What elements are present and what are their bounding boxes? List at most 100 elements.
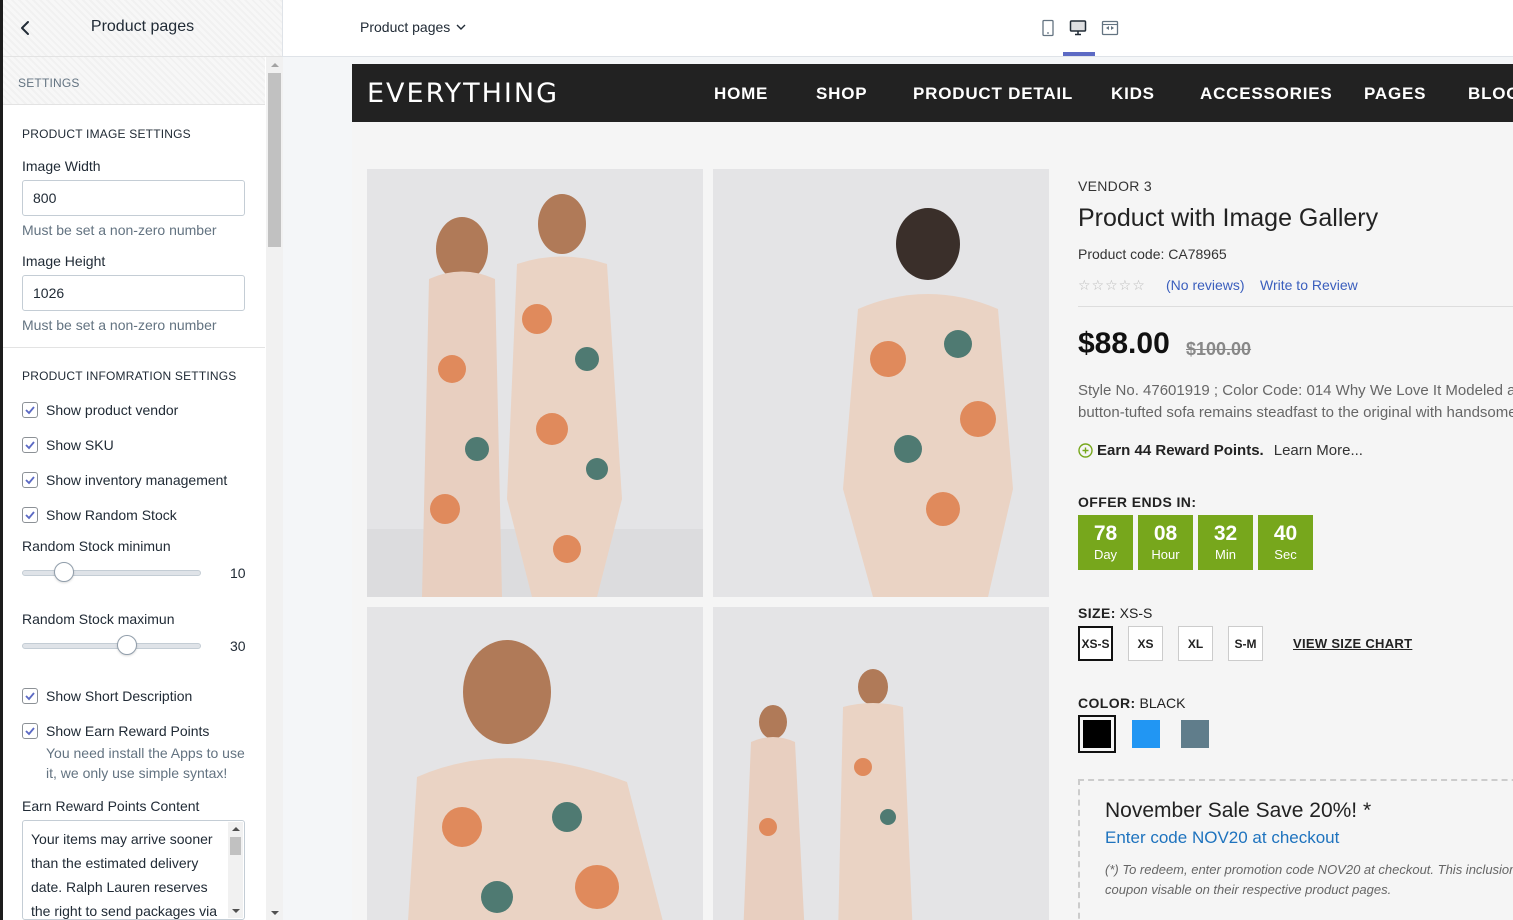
stock-max-track[interactable]: [22, 643, 201, 649]
sidebar-scroll-area: SETTINGS PRODUCT IMAGE SETTINGS Image Wi…: [3, 57, 265, 920]
show-random-stock-checkbox[interactable]: Show Random Stock: [22, 497, 246, 532]
color-swatch-slate[interactable]: [1176, 715, 1214, 753]
checkbox-label: Show Earn Reward Points: [46, 722, 210, 739]
checkbox-label: Show SKU: [46, 436, 114, 453]
promo-title: November Sale Save 20%! *: [1105, 799, 1372, 822]
size-label-title: SIZE:: [1078, 605, 1116, 621]
product-vendor[interactable]: VENDOR 3: [1078, 178, 1152, 194]
scroll-thumb[interactable]: [230, 837, 241, 855]
size-option-xs-s[interactable]: XS-S: [1078, 626, 1113, 661]
show-short-desc-checkbox[interactable]: Show Short Description: [22, 678, 246, 713]
image-height-label: Image Height: [22, 253, 106, 269]
countdown-unit: Hour: [1151, 547, 1180, 562]
countdown-hours: 08 Hour: [1138, 515, 1193, 570]
reward-content-label: Earn Reward Points Content: [22, 798, 200, 814]
plus-circle-icon: [1078, 443, 1093, 458]
offer-ends-label: OFFER ENDS IN:: [1078, 494, 1197, 510]
stock-max-slider-thumb[interactable]: [117, 635, 137, 655]
page-selector-label: Product pages: [360, 19, 451, 35]
checkbox-checked-icon[interactable]: [22, 506, 38, 523]
learn-more-link[interactable]: Learn More...: [1274, 442, 1363, 459]
show-sku-checkbox[interactable]: Show SKU: [22, 427, 246, 462]
scroll-up-arrow-icon[interactable]: [232, 827, 240, 831]
stock-min-track[interactable]: [22, 570, 201, 576]
image-settings-group: PRODUCT IMAGE SETTINGS Image Width Must …: [3, 105, 265, 348]
size-label: SIZE: XS-S: [1078, 605, 1152, 621]
scroll-down-arrow-icon[interactable]: [271, 911, 279, 915]
stock-min-slider-block: Random Stock minimun 10: [22, 538, 246, 605]
countdown-seconds: 40 Sec: [1258, 515, 1313, 570]
image-width-input[interactable]: [22, 180, 245, 216]
stock-min-slider-thumb[interactable]: [54, 562, 74, 582]
scroll-thumb[interactable]: [268, 73, 281, 247]
checkbox-label: Show inventory management: [46, 471, 228, 488]
nav-shop[interactable]: SHOP: [816, 84, 867, 104]
divider: [1078, 306, 1513, 307]
countdown-unit: Day: [1093, 547, 1118, 562]
show-vendor-checkbox[interactable]: Show product vendor: [22, 392, 246, 427]
store-logo[interactable]: EVERYTHING: [367, 78, 559, 109]
product-image-couple[interactable]: [367, 169, 703, 597]
promo-box: November Sale Save 20%! * Enter code NOV…: [1078, 779, 1513, 920]
countdown-minutes: 32 Min: [1198, 515, 1253, 570]
promo-note: (*) To redeem, enter promotion code NOV2…: [1105, 862, 1513, 897]
color-label: COLOR: BLACK: [1078, 695, 1185, 711]
size-option-xl[interactable]: XL: [1178, 626, 1213, 661]
desktop-view-icon[interactable]: [1067, 16, 1089, 40]
size-option-s-m[interactable]: S-M: [1228, 626, 1263, 661]
swatch-fill: [1132, 720, 1160, 748]
color-selected-value: BLACK: [1139, 695, 1186, 711]
info-settings-group: PRODUCT INFOMRATION SETTINGS Show produc…: [3, 348, 265, 920]
size-selected-value: XS-S: [1119, 605, 1153, 621]
group-title: PRODUCT IMAGE SETTINGS: [22, 127, 191, 141]
nav-home[interactable]: HOME: [714, 84, 768, 104]
product-info-panel: VENDOR 3 Product with Image Gallery Prod…: [1078, 64, 1513, 920]
mobile-view-icon[interactable]: [1037, 16, 1059, 40]
checkbox-checked-icon[interactable]: [22, 471, 38, 488]
product-image-full[interactable]: [713, 607, 1049, 920]
view-size-chart-link[interactable]: VIEW SIZE CHART: [1293, 636, 1412, 651]
product-image-back[interactable]: [713, 169, 1049, 597]
image-height-input[interactable]: [22, 275, 245, 311]
image-height-help: Must be set a non-zero number: [22, 317, 217, 333]
product-title: Product with Image Gallery: [1078, 204, 1379, 232]
scroll-up-arrow-icon[interactable]: [271, 63, 279, 67]
checkbox-checked-icon[interactable]: [22, 722, 38, 739]
stock-min-label: Random Stock minimun: [22, 538, 171, 554]
checkbox-checked-icon[interactable]: [22, 436, 38, 453]
description-line: button-tufted sofa remains steadfast to …: [1078, 404, 1513, 421]
sidebar-scrollbar[interactable]: [266, 57, 283, 920]
editor-topbar: Product pages: [283, 0, 1513, 57]
checkbox-checked-icon[interactable]: [22, 401, 38, 418]
fullscreen-view-icon[interactable]: [1099, 16, 1121, 40]
page-selector-dropdown[interactable]: Product pages: [360, 19, 466, 35]
show-inventory-checkbox[interactable]: Show inventory management: [22, 462, 246, 497]
checkbox-label: Show product vendor: [46, 401, 179, 418]
nav-product-detail[interactable]: PRODUCT DETAIL: [913, 84, 1073, 104]
compare-at-price: $100.00: [1186, 339, 1252, 359]
product-price: $88.00: [1078, 327, 1170, 360]
description-line: Style No. 47601919 ; Color Code: 014 Why…: [1078, 382, 1513, 399]
size-option-xs[interactable]: XS: [1128, 626, 1163, 661]
no-reviews-link[interactable]: (No reviews): [1166, 277, 1245, 293]
checkbox-checked-icon[interactable]: [22, 687, 38, 704]
write-review-link[interactable]: Write to Review: [1260, 277, 1358, 293]
section-header-settings: SETTINGS: [3, 57, 265, 105]
product-code: Product code: CA78965: [1078, 246, 1227, 262]
countdown-unit: Sec: [1274, 547, 1297, 562]
checkbox-label: Show Random Stock: [46, 506, 177, 523]
storefront: EVERYTHING HOME SHOP PRODUCT DETAIL KIDS…: [352, 64, 1513, 920]
countdown-number: 78: [1093, 522, 1118, 545]
scroll-down-arrow-icon[interactable]: [232, 909, 240, 913]
countdown-number: 32: [1213, 522, 1238, 545]
product-image-closeup[interactable]: [367, 607, 703, 920]
color-swatch-blue[interactable]: [1127, 715, 1165, 753]
color-swatch-black[interactable]: [1078, 715, 1116, 753]
textarea-scrollbar[interactable]: [228, 822, 243, 918]
group-title: PRODUCT INFOMRATION SETTINGS: [22, 369, 237, 383]
reward-points: Earn 44 Reward Points. Learn More...: [1078, 442, 1363, 459]
stock-min-value: 10: [230, 565, 246, 581]
reward-content-textarea[interactable]: Your items may arrive sooner than the es…: [22, 820, 245, 920]
image-width-label: Image Width: [22, 158, 101, 174]
swatch-fill: [1083, 720, 1111, 748]
